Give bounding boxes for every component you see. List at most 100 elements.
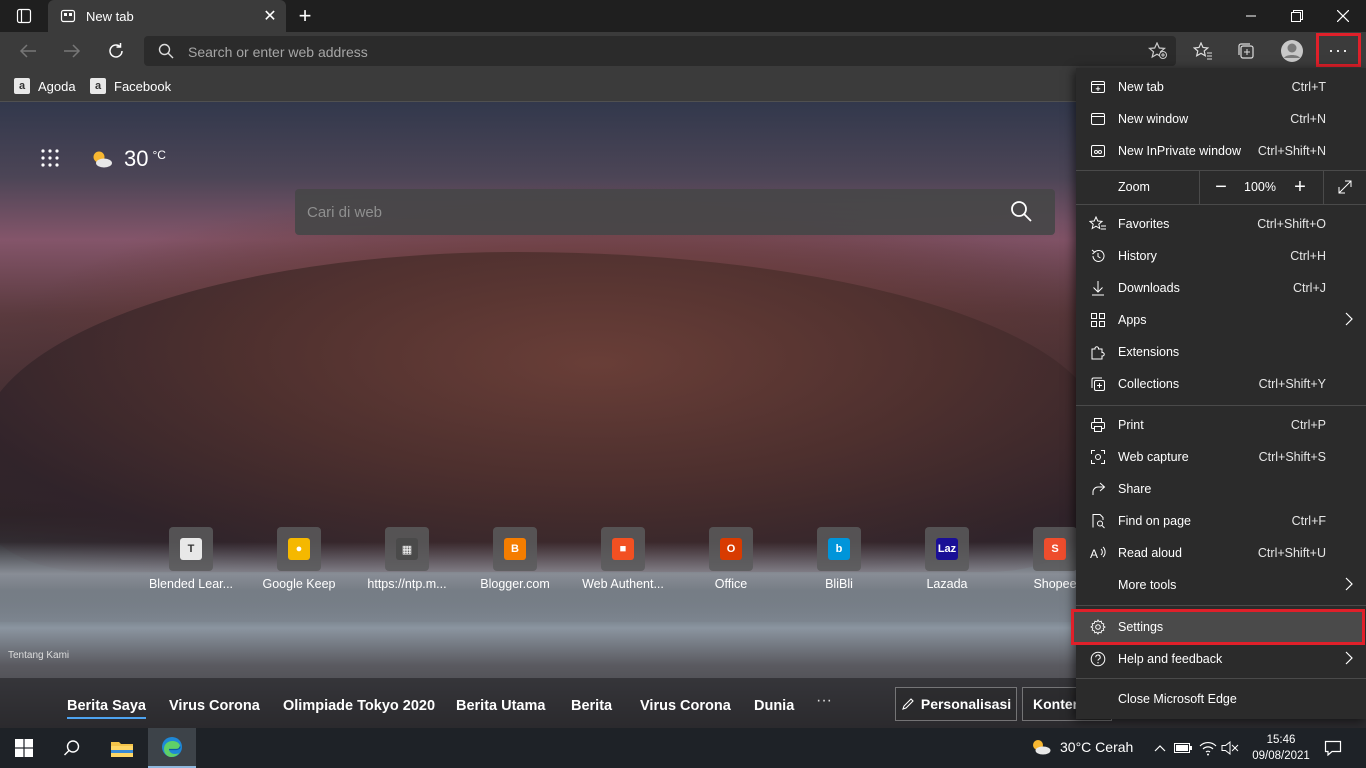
menu-divider <box>1076 204 1366 205</box>
news-tab-virus-corona-2[interactable]: Virus Corona <box>640 698 731 714</box>
quick-link-tile[interactable]: B Blogger.com <box>461 526 569 591</box>
puzzle-icon <box>1088 342 1108 362</box>
zoom-in-button[interactable]: + <box>1287 174 1313 200</box>
menu-label: Apps <box>1118 313 1147 327</box>
about-link[interactable]: Tentang Kami <box>8 650 69 661</box>
quick-link-tile[interactable]: b BliBli <box>785 526 893 591</box>
full-screen-button[interactable] <box>1332 174 1358 200</box>
close-window-button[interactable] <box>1320 0 1366 32</box>
collections-icon <box>1238 43 1254 59</box>
menu-item-settings[interactable]: Settings <box>1076 611 1366 643</box>
favorites-icon <box>1088 214 1108 234</box>
quick-link-tile[interactable]: T Blended Lear... <box>137 526 245 591</box>
profile-button[interactable] <box>1276 36 1308 66</box>
battery-button[interactable] <box>1173 738 1193 758</box>
menu-item-close-edge[interactable]: Close Microsoft Edge <box>1076 683 1366 715</box>
menu-item-new-window[interactable]: New window Ctrl+N <box>1076 103 1366 135</box>
quick-link-tile[interactable]: ● Google Keep <box>245 526 353 591</box>
new-tab-button[interactable]: + <box>292 3 318 28</box>
back-button[interactable] <box>13 37 43 65</box>
weather-widget[interactable]: 30 °C <box>90 146 166 172</box>
menu-item-help-and-feedback[interactable]: Help and feedback <box>1076 643 1366 675</box>
new-tab-page-icon <box>60 9 76 23</box>
news-more-button[interactable]: ··· <box>816 692 832 710</box>
quick-link-tile[interactable]: Laz Lazada <box>893 526 1001 591</box>
menu-label: Settings <box>1118 620 1164 634</box>
personalize-button[interactable]: Personalisasi <box>895 687 1017 721</box>
share-icon <box>1088 479 1108 499</box>
news-tab-berita-saya[interactable]: Berita Saya <box>67 698 146 719</box>
quick-link-favicon: O <box>720 538 742 560</box>
menu-shortcut: Ctrl+P <box>1290 418 1326 432</box>
menu-item-collections[interactable]: Collections Ctrl+Shift+Y <box>1076 368 1366 400</box>
refresh-icon <box>109 43 123 58</box>
menu-item-extensions[interactable]: Extensions <box>1076 336 1366 368</box>
quick-link-favicon: b <box>828 538 850 560</box>
address-placeholder: Search or enter web address <box>188 44 368 60</box>
news-tab-olimpiade[interactable]: Olimpiade Tokyo 2020 <box>283 698 435 714</box>
menu-item-find-on-page[interactable]: Find on page Ctrl+F <box>1076 505 1366 537</box>
menu-item-web-capture[interactable]: Web capture Ctrl+Shift+S <box>1076 441 1366 473</box>
forward-button[interactable] <box>57 37 87 65</box>
zoom-out-button[interactable]: − <box>1208 174 1234 200</box>
restore-button[interactable] <box>1274 0 1320 32</box>
collections-button[interactable] <box>1230 36 1262 66</box>
taskbar-weather[interactable]: 30°C Cerah <box>1030 738 1133 756</box>
tab-close-icon[interactable]: ✕ <box>262 8 278 25</box>
favorite-agoda[interactable]: a Agoda <box>14 76 76 96</box>
menu-shortcut: Ctrl+F <box>1291 514 1326 528</box>
settings-and-more-menu: New tab Ctrl+T New window Ctrl+N New InP… <box>1071 68 1366 719</box>
quick-link-tile[interactable]: ▦ https://ntp.m... <box>353 526 461 591</box>
tab-actions-button[interactable] <box>8 4 40 28</box>
navigation-toolbar: Search or enter web address ··· <box>0 32 1366 70</box>
menu-item-history[interactable]: History Ctrl+H <box>1076 240 1366 272</box>
app-launcher-button[interactable] <box>40 148 64 172</box>
news-tab-berita[interactable]: Berita <box>571 698 612 714</box>
news-tab-virus-corona[interactable]: Virus Corona <box>169 698 260 714</box>
quick-link-tile[interactable]: O Office <box>677 526 785 591</box>
volume-button[interactable] <box>1220 738 1240 758</box>
minimize-button[interactable] <box>1228 0 1274 32</box>
favorite-label: Facebook <box>114 78 172 94</box>
quick-link-icon-frame: ● <box>277 527 321 571</box>
menu-item-downloads[interactable]: Downloads Ctrl+J <box>1076 272 1366 304</box>
menu-item-apps[interactable]: Apps <box>1076 304 1366 336</box>
web-search-box[interactable]: Cari di web <box>295 189 1055 235</box>
news-tab-berita-utama[interactable]: Berita Utama <box>456 698 545 714</box>
favorites-button[interactable] <box>1187 36 1219 66</box>
quick-link-favicon: T <box>180 538 202 560</box>
menu-item-new-inprivate-window[interactable]: New InPrivate window Ctrl+Shift+N <box>1076 135 1366 167</box>
notification-center-button[interactable] <box>1320 736 1346 760</box>
search-button[interactable] <box>48 728 96 768</box>
quick-link-label: Blended Lear... <box>148 577 234 591</box>
download-icon <box>1088 278 1108 298</box>
apps-icon <box>1088 310 1108 330</box>
network-button[interactable] <box>1198 738 1218 758</box>
quick-link-favicon: B <box>504 538 526 560</box>
menu-shortcut: Ctrl+Shift+U <box>1257 546 1326 560</box>
refresh-button[interactable] <box>101 37 131 65</box>
show-hidden-icons-button[interactable] <box>1150 738 1170 758</box>
add-favorite-icon[interactable] <box>1148 42 1168 60</box>
menu-item-new-tab[interactable]: New tab Ctrl+T <box>1076 71 1366 103</box>
start-button[interactable] <box>0 728 48 768</box>
file-explorer-button[interactable] <box>98 728 146 768</box>
settings-and-more-button[interactable]: ··· <box>1316 33 1361 67</box>
edge-taskbar-button[interactable] <box>148 728 196 768</box>
menu-item-more-tools[interactable]: More tools <box>1076 569 1366 601</box>
tab-new-tab[interactable]: New tab ✕ <box>48 0 286 32</box>
minimize-icon <box>1246 15 1256 17</box>
quick-link-tile[interactable]: ■ Web Authent... <box>569 526 677 591</box>
pencil-icon <box>901 698 914 710</box>
search-icon[interactable] <box>1009 199 1033 223</box>
news-tab-dunia[interactable]: Dunia <box>754 698 794 714</box>
menu-item-print[interactable]: Print Ctrl+P <box>1076 409 1366 441</box>
menu-item-share[interactable]: Share <box>1076 473 1366 505</box>
clock[interactable]: 15:46 09/08/2021 <box>1246 732 1316 764</box>
menu-item-read-aloud[interactable]: A Read aloud Ctrl+Shift+U <box>1076 537 1366 569</box>
menu-item-favorites[interactable]: Favorites Ctrl+Shift+O <box>1076 208 1366 240</box>
address-bar[interactable]: Search or enter web address <box>144 36 1176 66</box>
new-window-icon <box>1088 109 1108 129</box>
menu-label: Collections <box>1118 377 1180 391</box>
favorite-facebook[interactable]: a Facebook <box>90 76 171 96</box>
